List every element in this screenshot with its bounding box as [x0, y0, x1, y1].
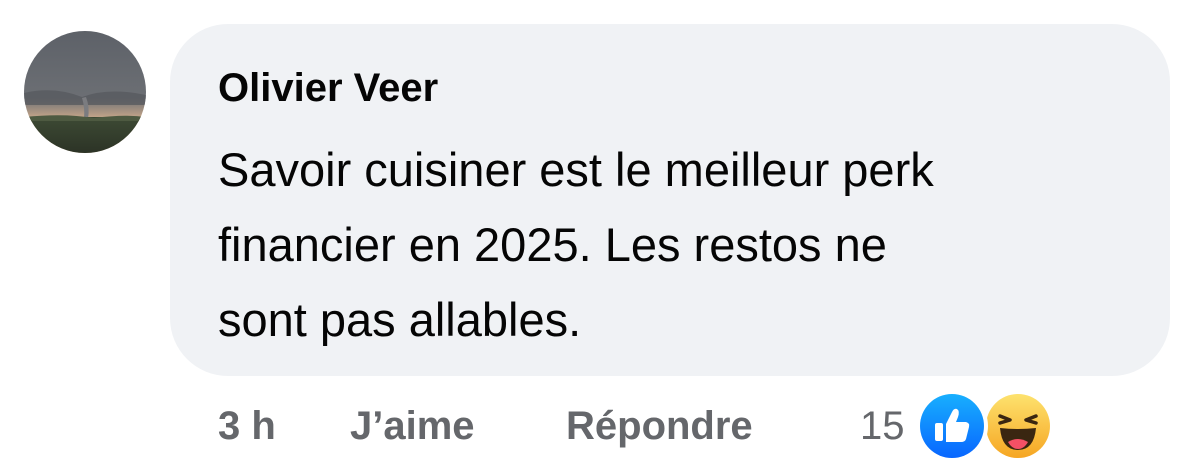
comment-text: Savoir cuisiner est le meilleur perk fin…	[218, 132, 1148, 357]
comment-author-name[interactable]: Olivier Veer	[218, 64, 438, 112]
comment-text-line: financier en 2025. Les restos ne	[218, 218, 887, 271]
avatar[interactable]	[24, 31, 146, 153]
like-reaction[interactable]	[916, 390, 988, 462]
avatar-image	[24, 31, 146, 153]
reaction-count[interactable]: 15	[860, 398, 905, 454]
comment-bubble: Olivier Veer Savoir cuisiner est le meil…	[170, 24, 1170, 376]
comment-text-line: Savoir cuisiner est le meilleur perk	[218, 143, 934, 196]
comment-text-line: sont pas allables.	[218, 293, 582, 346]
haha-icon	[986, 394, 1050, 458]
reply-button[interactable]: Répondre	[566, 398, 753, 454]
comment-actions: 3 h J’aime Répondre 15	[0, 390, 1200, 462]
like-icon	[920, 394, 984, 458]
haha-reaction[interactable]	[982, 390, 1054, 462]
comment-timestamp[interactable]: 3 h	[218, 398, 276, 454]
like-button[interactable]: J’aime	[350, 398, 475, 454]
